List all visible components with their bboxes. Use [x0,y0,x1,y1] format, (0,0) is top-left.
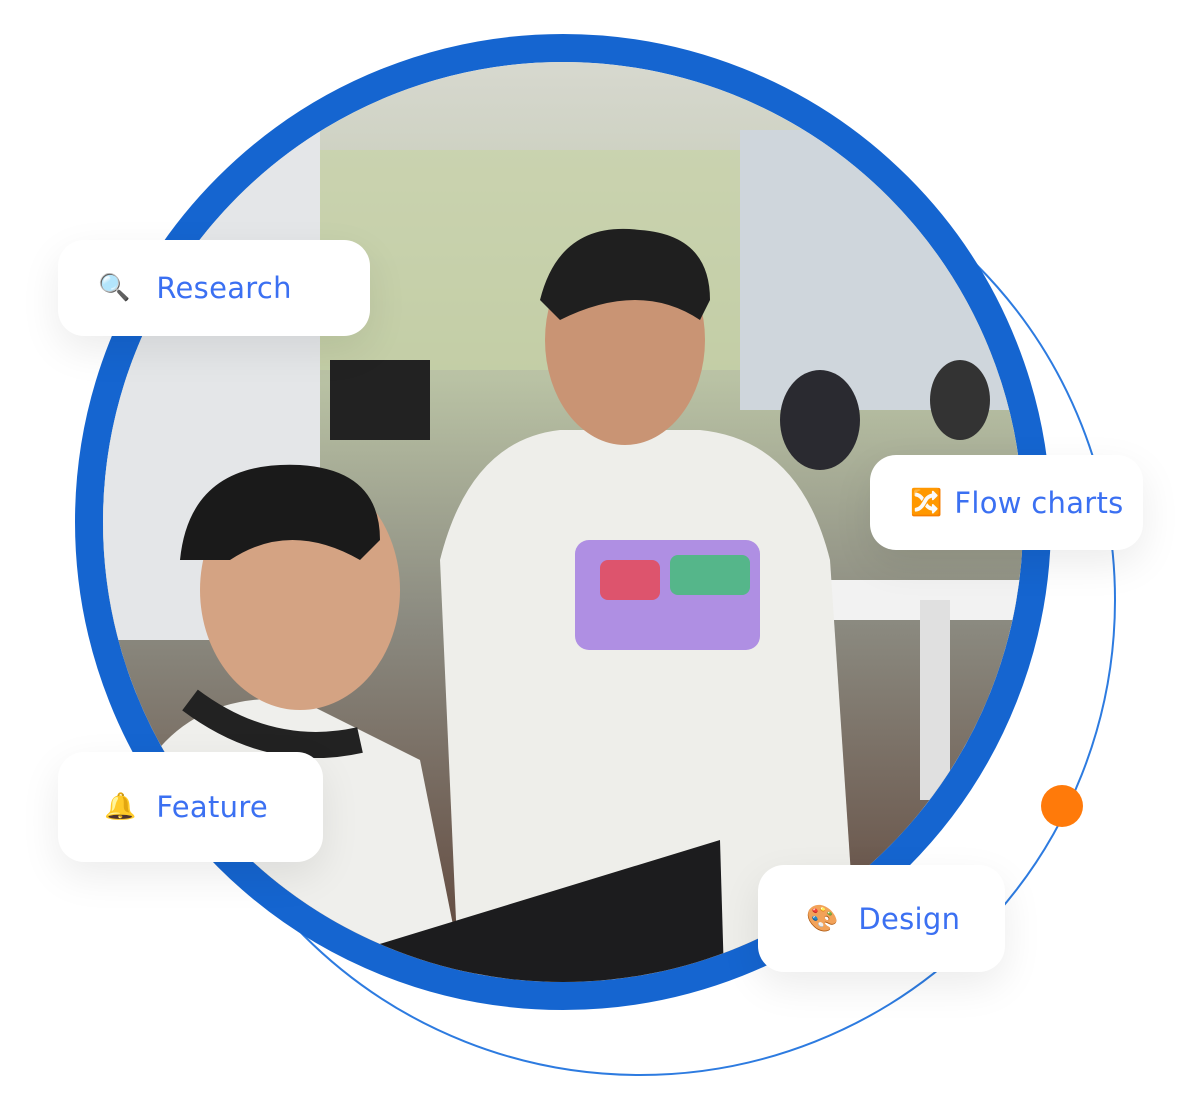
magnifier-icon: 🔍 [98,273,131,303]
shuffle-icon: 🔀 [910,487,943,518]
feature-label: Feature [156,790,269,824]
palette-icon: 🎨 [806,903,839,934]
feature-card: 🔔 Feature [58,752,323,862]
bell-icon: 🔔 [104,792,137,822]
design-card: 🎨 Design [758,865,1005,972]
research-card: 🔍 Research [58,240,370,336]
orange-dot [1041,785,1083,827]
hero-illustration [75,34,1116,1076]
research-label: Research [156,271,292,305]
design-label: Design [858,901,961,936]
flow-charts-label: Flow charts [954,485,1124,520]
flow-charts-card: 🔀 Flow charts [870,455,1143,550]
